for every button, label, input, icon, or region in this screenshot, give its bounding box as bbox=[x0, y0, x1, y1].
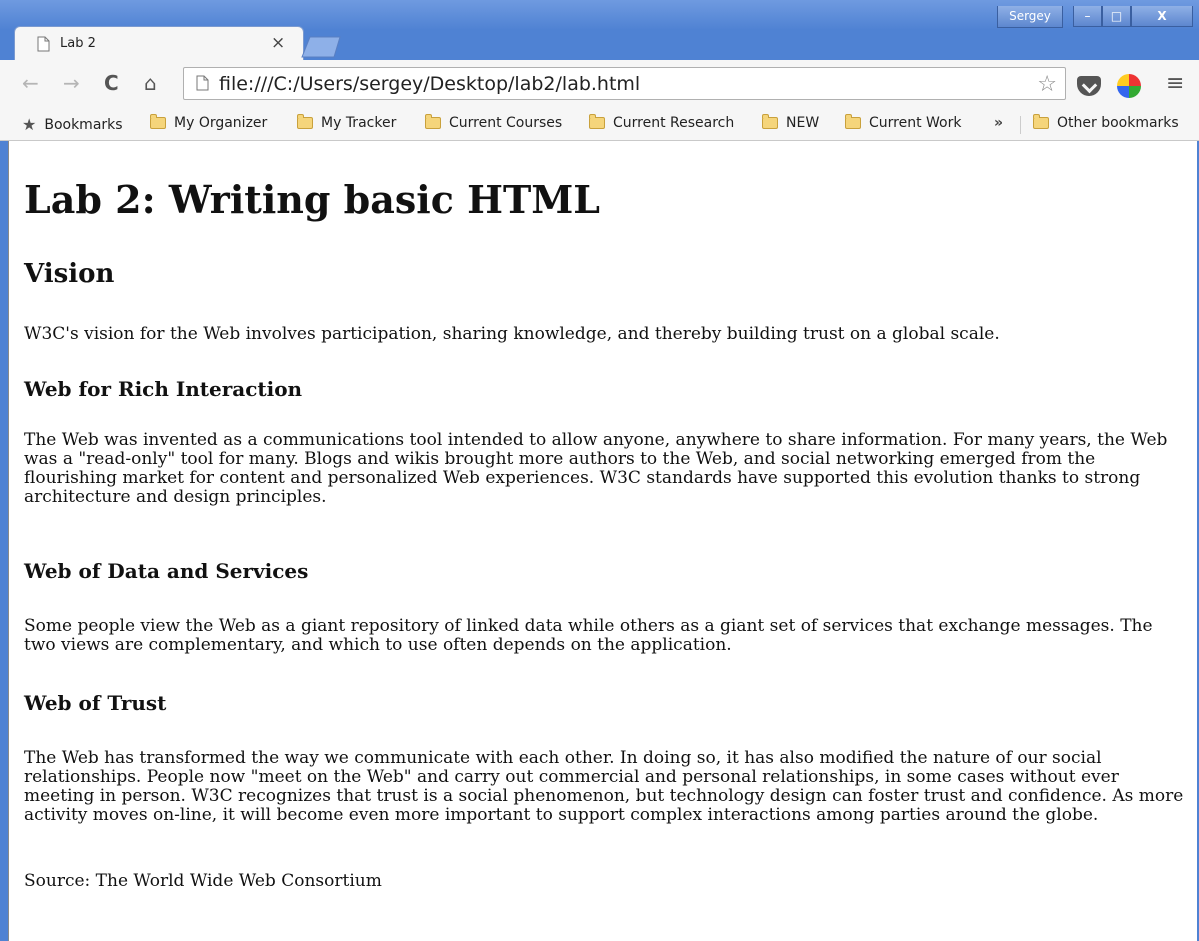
bookmark-label: My Organizer bbox=[174, 115, 268, 131]
page-icon bbox=[37, 36, 50, 52]
heading-trust: Web of Trust bbox=[24, 691, 167, 715]
address-bar[interactable]: file:///C:/Users/sergey/Desktop/lab2/lab… bbox=[183, 67, 1066, 100]
profile-button[interactable]: Sergey bbox=[997, 6, 1063, 28]
bookmark-label: Current Research bbox=[613, 115, 735, 131]
bookmark-label: Other bookmarks bbox=[1057, 115, 1179, 131]
bookmark-my-tracker[interactable]: My Tracker bbox=[297, 114, 397, 131]
paragraph-rich-interaction: The Web was invented as a communications… bbox=[24, 430, 1168, 507]
bookmark-bookmarks[interactable]: ★ Bookmarks bbox=[22, 115, 123, 134]
page-icon bbox=[196, 75, 209, 91]
tab-close-icon[interactable]: × bbox=[271, 33, 285, 53]
minimize-button[interactable]: – bbox=[1073, 6, 1102, 27]
paragraph-data-services: Some people view the Web as a giant repo… bbox=[24, 616, 1153, 655]
bookmark-my-organizer[interactable]: My Organizer bbox=[150, 114, 268, 131]
toolbar: ← → C ⌂ file:///C:/Users/sergey/Desktop/… bbox=[0, 60, 1199, 110]
page-content: Lab 2: Writing basic HTML Vision W3C's v… bbox=[8, 141, 1197, 941]
bookmark-star-icon[interactable]: ☆ bbox=[1037, 72, 1057, 97]
folder-icon bbox=[845, 114, 861, 129]
reload-icon[interactable]: C bbox=[104, 73, 119, 93]
heading-rich-interaction: Web for Rich Interaction bbox=[24, 377, 303, 401]
pocket-extension-icon[interactable] bbox=[1077, 76, 1101, 96]
folder-icon bbox=[1033, 114, 1049, 129]
bookmark-label: Current Courses bbox=[449, 115, 563, 131]
bookmark-current-work[interactable]: Current Work bbox=[845, 114, 962, 131]
heading-vision: Vision bbox=[24, 259, 115, 289]
bookmark-current-courses[interactable]: Current Courses bbox=[425, 114, 563, 131]
folder-icon bbox=[762, 114, 778, 129]
menu-icon[interactable]: ≡ bbox=[1166, 73, 1184, 95]
close-window-button[interactable]: X bbox=[1131, 6, 1193, 27]
bookmark-label: Current Work bbox=[869, 115, 962, 131]
bookmarks-bar: ★ Bookmarks My Organizer My Tracker Curr… bbox=[0, 110, 1199, 141]
page-title: Lab 2: Writing basic HTML bbox=[24, 177, 601, 222]
browser-window: Sergey – □ X Lab 2 × ← → C ⌂ file:///C:/… bbox=[0, 0, 1199, 941]
tab-title: Lab 2 bbox=[60, 36, 96, 51]
home-icon[interactable]: ⌂ bbox=[144, 73, 157, 93]
maximize-button[interactable]: □ bbox=[1102, 6, 1131, 27]
bookmark-label: NEW bbox=[786, 115, 820, 131]
paragraph-trust: The Web has transformed the way we commu… bbox=[24, 748, 1184, 825]
source-line: Source: The World Wide Web Consortium bbox=[24, 871, 382, 891]
bookmark-label: Bookmarks bbox=[44, 116, 123, 133]
forward-arrow-icon[interactable]: → bbox=[63, 73, 80, 93]
bookmark-label: My Tracker bbox=[321, 115, 397, 131]
bookmarks-overflow-button[interactable]: » bbox=[994, 115, 1003, 131]
heading-data-services: Web of Data and Services bbox=[24, 559, 309, 583]
folder-icon bbox=[425, 114, 441, 129]
tab-lab-2[interactable]: Lab 2 × bbox=[14, 26, 304, 61]
divider bbox=[1020, 116, 1021, 134]
back-arrow-icon[interactable]: ← bbox=[22, 73, 39, 93]
color-picker-extension-icon[interactable] bbox=[1117, 74, 1141, 98]
bookmark-current-research[interactable]: Current Research bbox=[589, 114, 735, 131]
url-text[interactable]: file:///C:/Users/sergey/Desktop/lab2/lab… bbox=[219, 73, 640, 95]
bookmark-new[interactable]: NEW bbox=[762, 114, 820, 131]
star-icon: ★ bbox=[22, 115, 37, 134]
new-tab-button[interactable] bbox=[300, 36, 344, 58]
folder-icon bbox=[297, 114, 313, 129]
bookmark-other-bookmarks[interactable]: Other bookmarks bbox=[1033, 114, 1179, 131]
paragraph-vision: W3C's vision for the Web involves partic… bbox=[24, 324, 1000, 344]
window-controls: – □ X bbox=[1073, 6, 1195, 27]
folder-icon bbox=[150, 114, 166, 129]
folder-icon bbox=[589, 114, 605, 129]
